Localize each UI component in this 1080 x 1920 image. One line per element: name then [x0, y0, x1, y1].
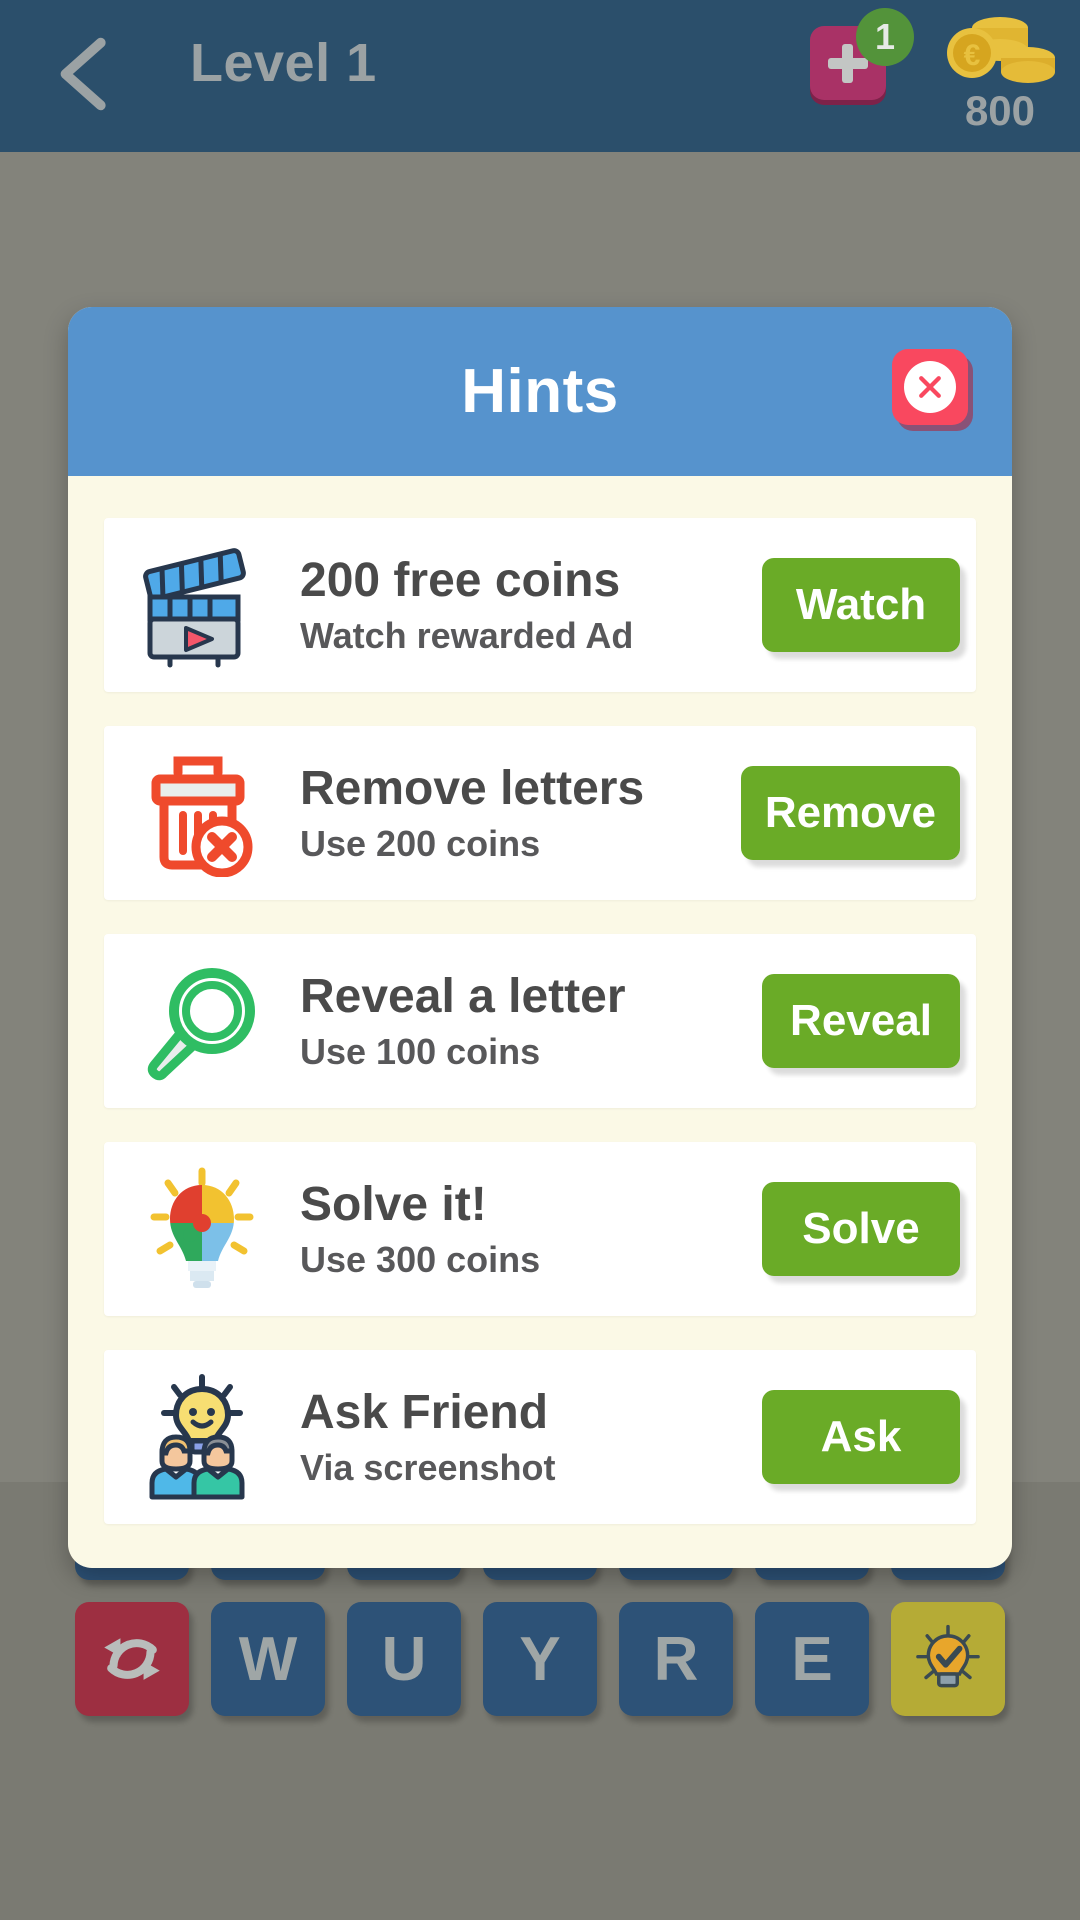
back-button[interactable]: [42, 26, 136, 122]
app-screen: D Q I T A P O W U Y R: [0, 0, 1080, 1920]
hints-dialog: Hints 200 free coins Watch rewarded Ad W…: [68, 307, 1012, 1568]
hint-subtitle: Use 100 coins: [300, 1031, 541, 1073]
key-u[interactable]: U: [347, 1602, 461, 1716]
coin-count-label: 800: [964, 87, 1036, 134]
hint-row-reveal-letter[interactable]: Reveal a letter Use 100 coins Reveal: [104, 934, 976, 1108]
key-label: E: [791, 1624, 833, 1694]
top-bar: Level 1 1 € 800: [0, 0, 1080, 152]
hint-subtitle: Use 200 coins: [300, 823, 541, 865]
puzzle-lightbulb-icon: [126, 1163, 278, 1295]
hint-title: Ask Friend: [300, 1386, 549, 1440]
key-e[interactable]: E: [755, 1602, 869, 1716]
hint-title: Remove letters: [300, 762, 645, 816]
hint-text-block: Reveal a letter Use 100 coins: [278, 971, 762, 1071]
trash-delete-icon: [126, 747, 278, 879]
coin-stack-icon: €: [947, 17, 1055, 83]
hint-text-block: Ask Friend Via screenshot: [278, 1387, 762, 1487]
reveal-button[interactable]: Reveal: [762, 974, 960, 1068]
hint-row-solve-it[interactable]: Solve it! Use 300 coins Solve: [104, 1142, 976, 1316]
hint-text-block: Remove letters Use 200 coins: [278, 763, 741, 863]
remove-button[interactable]: Remove: [740, 766, 960, 860]
hint-list: 200 free coins Watch rewarded Ad Watch R…: [68, 476, 1012, 1568]
chevron-left-icon: [60, 37, 106, 111]
coin-balance[interactable]: € 800: [930, 12, 1070, 132]
dialog-header: Hints: [68, 307, 1012, 476]
hint-title: Solve it!: [300, 1178, 487, 1232]
watch-button[interactable]: Watch: [762, 558, 960, 652]
hint-row-watch-ad[interactable]: 200 free coins Watch rewarded Ad Watch: [104, 518, 976, 692]
solve-button[interactable]: Solve: [762, 1182, 960, 1276]
hint-text-block: 200 free coins Watch rewarded Ad: [278, 555, 762, 655]
dialog-title: Hints: [461, 357, 619, 426]
hint-subtitle: Use 300 coins: [300, 1239, 541, 1281]
plus-icon-vertical: [842, 44, 853, 83]
close-x-icon: [919, 376, 941, 398]
key-label: U: [381, 1624, 427, 1694]
key-y[interactable]: Y: [483, 1602, 597, 1716]
key-label: W: [238, 1624, 298, 1694]
key-label: Y: [519, 1624, 561, 1694]
keyboard-row-2: W U Y R E: [0, 1602, 1080, 1716]
close-icon-circle: [904, 361, 956, 413]
hint-title: 200 free coins: [300, 554, 621, 608]
svg-text:€: €: [964, 39, 981, 72]
hint-row-remove-letters[interactable]: Remove letters Use 200 coins Remove: [104, 726, 976, 900]
key-w[interactable]: W: [211, 1602, 325, 1716]
key-r[interactable]: R: [619, 1602, 733, 1716]
hint-title: Reveal a letter: [300, 970, 626, 1024]
ask-button[interactable]: Ask: [762, 1390, 960, 1484]
shuffle-refresh-icon[interactable]: [75, 1602, 189, 1716]
lightbulb-check-icon[interactable]: [891, 1602, 1005, 1716]
hint-text-block: Solve it! Use 300 coins: [278, 1179, 762, 1279]
key-label: R: [653, 1624, 699, 1694]
close-button[interactable]: [892, 349, 968, 425]
page-title: Level 1: [190, 33, 377, 93]
friends-lightbulb-icon: [126, 1371, 278, 1503]
life-count-badge: 1: [856, 8, 914, 66]
hint-subtitle: Via screenshot: [300, 1447, 556, 1489]
clapperboard-video-icon: [126, 539, 278, 671]
hint-subtitle: Watch rewarded Ad: [300, 615, 634, 657]
magnifier-search-icon: [126, 955, 278, 1087]
hint-row-ask-friend[interactable]: Ask Friend Via screenshot Ask: [104, 1350, 976, 1524]
